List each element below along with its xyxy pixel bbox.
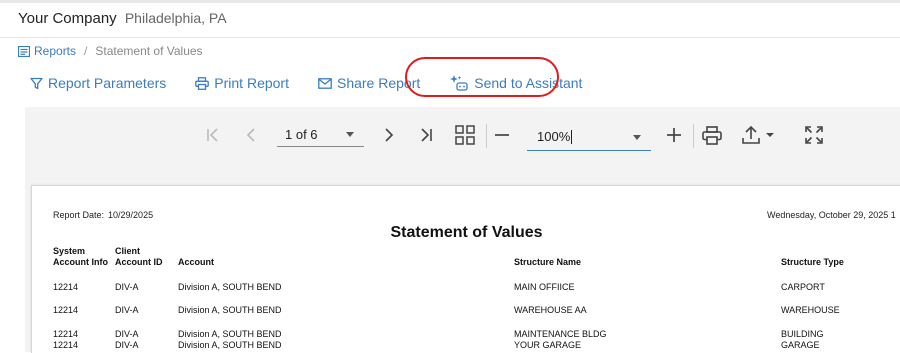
cell-structure-name: YOUR GARAGE (514, 340, 582, 350)
previous-page-icon[interactable] (243, 127, 259, 143)
viewer-toolbar: 1 of 6 100% (25, 107, 900, 165)
cell-structure-type: CARPORT (781, 282, 825, 292)
company-name: Your Company (18, 10, 117, 27)
company-header: Your Company Philadelphia, PA (18, 10, 227, 27)
cell-account: Division A, SOUTH BEND (178, 340, 282, 350)
cell-account: Division A, SOUTH BEND (178, 305, 282, 315)
report-page: Report Date: 10/29/2025 Wednesday, Octobe… (31, 185, 900, 353)
report-date: Report Date: 10/29/2025 (53, 210, 153, 220)
header-divider (0, 37, 900, 38)
toolbar-divider (693, 124, 694, 148)
toolbar-divider (486, 124, 487, 148)
report-day-text: Wednesday, October 29, 2025 1 (767, 210, 896, 220)
envelope-icon (318, 77, 332, 89)
next-page-icon[interactable] (381, 127, 397, 143)
breadcrumb-separator: / (84, 44, 88, 58)
reports-icon (18, 45, 30, 57)
cell-client: DIV-A (115, 340, 139, 350)
chevron-down-icon (346, 132, 354, 137)
breadcrumb: Reports / Statement of Values (18, 44, 203, 58)
cell-account: Division A, SOUTH BEND (178, 329, 282, 339)
report-parameters-label: Report Parameters (48, 75, 167, 91)
cell-system: 12214 (53, 329, 79, 339)
first-page-icon[interactable] (205, 127, 221, 143)
multi-page-icon[interactable] (455, 125, 475, 145)
col-header-structure-name: Structure Name (514, 257, 582, 267)
text-cursor (571, 129, 573, 144)
col-header-client-account-id: Client Account ID (115, 246, 163, 267)
page-selector[interactable]: 1 of 6 (277, 123, 364, 147)
filter-icon (30, 77, 43, 89)
breadcrumb-reports-label: Reports (34, 44, 77, 58)
print-icon (195, 76, 210, 90)
chevron-down-icon (633, 135, 641, 140)
cell-structure-type: WAREHOUSE (781, 305, 840, 315)
print-report-label: Print Report (214, 75, 289, 91)
col-header-structure-type: Structure Type (781, 257, 844, 267)
report-title: Statement of Values (390, 224, 543, 241)
export-icon[interactable] (741, 125, 777, 145)
report-parameters-button[interactable]: Report Parameters (30, 75, 166, 91)
cell-client: DIV-A (115, 305, 139, 315)
last-page-icon[interactable] (418, 127, 434, 143)
cell-structure-name: WAREHOUSE AA (514, 305, 587, 315)
cell-structure-name: MAINTENANCE BLDG (514, 329, 607, 339)
report-viewer: 1 of 6 100% Report Date: 10/29/2025 Wedn… (25, 107, 900, 353)
highlight-circle (405, 57, 559, 97)
zoom-selector-value: 100% (537, 129, 571, 144)
print-report-button[interactable]: Print Report (195, 75, 289, 91)
cell-structure-type: GARAGE (781, 340, 820, 350)
print-icon[interactable] (702, 126, 722, 145)
cell-structure-type: BUILDING (781, 329, 824, 339)
report-date-value: 10/29/2025 (108, 210, 154, 220)
cell-client: DIV-A (115, 282, 139, 292)
zoom-out-icon[interactable] (494, 127, 510, 143)
company-location: Philadelphia, PA (124, 10, 227, 26)
cell-system: 12214 (53, 340, 79, 350)
cell-system: 12214 (53, 282, 79, 292)
breadcrumb-reports-link[interactable]: Reports (18, 44, 76, 58)
zoom-in-icon[interactable] (666, 127, 682, 143)
cell-structure-name: MAIN OFFIICE (514, 282, 575, 292)
cell-client: DIV-A (115, 329, 139, 339)
fullscreen-icon[interactable] (805, 126, 823, 144)
report-date-label: Report Date: (53, 210, 105, 220)
cell-account: Division A, SOUTH BEND (178, 282, 282, 292)
cell-system: 12214 (53, 305, 79, 315)
page-selector-value: 1 of 6 (285, 127, 318, 142)
zoom-selector[interactable]: 100% (527, 123, 651, 151)
top-border (0, 0, 900, 3)
breadcrumb-current: Statement of Values (95, 44, 203, 58)
col-header-account: Account (178, 257, 214, 267)
col-header-system-account-info: System Account Info (53, 246, 108, 267)
